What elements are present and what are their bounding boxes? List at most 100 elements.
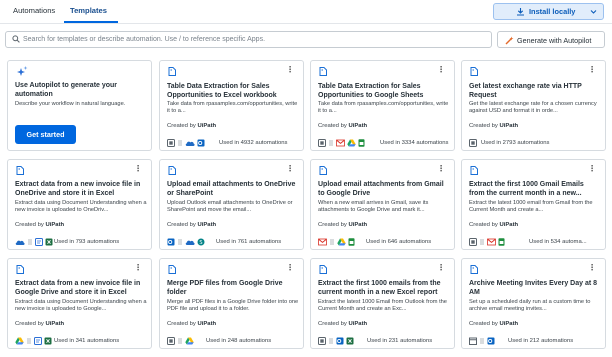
autopilot-card-title: Use Autopilot to generate your automatio… (15, 82, 118, 98)
template-usage: Used in 793 automations (54, 239, 120, 245)
gmail-app-icon (487, 238, 496, 246)
template-apps: S (167, 237, 205, 247)
template-card[interactable]: ⋮ Extract data from a new invoice file i… (7, 258, 152, 349)
template-creator: Created by UiPath (469, 123, 519, 129)
gmail-app-icon (336, 139, 345, 147)
template-card[interactable]: ⋮ Upload email attachments to OneDrive o… (159, 159, 304, 250)
more-options-icon[interactable]: ⋮ (134, 165, 142, 173)
search-placeholder: Search for templates or describe automat… (23, 36, 266, 43)
arrow-app-icon (177, 139, 183, 147)
uipath-app-icon (318, 337, 326, 345)
template-title: Get latest exchange rate via HTTP Reques… (469, 83, 582, 99)
autopilot-card-description: Describe your workflow in natural langua… (15, 101, 126, 107)
template-apps (469, 138, 477, 148)
template-title: Table Data Extraction for Sales Opportun… (167, 83, 277, 99)
template-icon (319, 265, 327, 274)
template-icon (319, 166, 327, 175)
tab-automations[interactable]: Automations (13, 6, 55, 15)
template-apps (318, 237, 355, 247)
template-usage: Used in 534 automa... (529, 239, 587, 245)
template-creator: Created by UiPath (469, 222, 519, 228)
generate-with-autopilot-button[interactable]: Generate with Autopilot (497, 31, 605, 48)
template-card[interactable]: ⋮ Archive Meeting Invites Every Day at 8… (461, 258, 606, 349)
arrow-app-icon (479, 238, 485, 246)
more-options-icon[interactable]: ⋮ (286, 165, 294, 173)
gdrive-app-icon (337, 238, 346, 246)
tab-templates[interactable]: Templates (70, 6, 107, 15)
more-options-icon[interactable]: ⋮ (588, 66, 596, 74)
more-options-icon[interactable]: ⋮ (588, 264, 596, 272)
calendar-app-icon (469, 337, 477, 345)
template-search-field[interactable]: Search for templates or describe automat… (5, 31, 492, 48)
gdrive-app-icon (185, 337, 194, 345)
generate-with-autopilot-label: Generate with Autopilot (517, 36, 592, 45)
more-options-icon[interactable]: ⋮ (437, 165, 445, 173)
more-options-icon[interactable]: ⋮ (134, 264, 142, 272)
template-card[interactable]: ⋮ Upload email attachments from Gmail to… (310, 159, 455, 250)
template-card[interactable]: ⋮ Extract the first 1000 emails from the… (310, 258, 455, 349)
uipath-app-icon (469, 238, 477, 246)
template-description: Take data from rpasamples.com/opportunit… (167, 101, 298, 115)
template-title: Extract the first 1000 Gmail Emails from… (469, 181, 584, 197)
template-apps (15, 237, 53, 247)
uipath-app-icon (318, 139, 326, 147)
template-usage: Used in 2793 automations (481, 140, 550, 146)
template-usage: Used in 341 automations (54, 338, 120, 344)
excel-app-icon (346, 337, 354, 345)
autopilot-card: Use Autopilot to generate your automatio… (7, 60, 152, 151)
sharepoint-app-icon: S (197, 238, 205, 246)
template-card[interactable]: ⋮ Table Data Extraction for Sales Opport… (310, 60, 455, 151)
autopilot-icon (505, 36, 514, 45)
onedrive-app-icon (185, 238, 195, 246)
get-started-button[interactable]: Get started (15, 125, 76, 144)
search-icon (12, 35, 20, 43)
install-locally-button[interactable]: Install locally (493, 3, 604, 20)
template-title: Extract the first 1000 emails from the c… (318, 280, 441, 296)
template-description: Merge all PDF files in a Google Drive fo… (167, 299, 299, 313)
outlook-app-icon (197, 139, 205, 147)
template-apps (318, 336, 354, 346)
gmail-app-icon (318, 238, 327, 246)
template-apps (469, 336, 495, 346)
more-options-icon[interactable]: ⋮ (437, 66, 445, 74)
template-apps (167, 138, 205, 148)
arrow-app-icon (27, 238, 33, 246)
template-card[interactable]: ⋮ Extract the first 1000 Gmail Emails fr… (461, 159, 606, 250)
autopilot-sparkle-icon (17, 66, 28, 76)
template-card[interactable]: ⋮ Merge PDF files from Google Drive fold… (159, 258, 304, 349)
template-description: Extract data using Document Understandin… (15, 299, 147, 313)
more-options-icon[interactable]: ⋮ (588, 165, 596, 173)
onedrive-app-icon (185, 139, 195, 147)
outlook-app-icon (336, 337, 344, 345)
install-locally-label: Install locally (529, 7, 576, 16)
template-creator: Created by UiPath (469, 321, 519, 327)
template-description: Extract data using Document Understandin… (15, 200, 147, 214)
template-creator: Created by UiPath (167, 222, 217, 228)
top-bar: Automations Templates Install locally (0, 0, 612, 24)
arrow-app-icon (177, 337, 183, 345)
template-usage: Used in 231 automations (367, 338, 433, 344)
template-creator: Created by UiPath (167, 123, 217, 129)
more-options-icon[interactable]: ⋮ (286, 264, 294, 272)
excel-app-icon (45, 238, 53, 246)
svg-text:S: S (199, 240, 202, 246)
template-card[interactable]: ⋮ Get latest exchange rate via HTTP Requ… (461, 60, 606, 151)
outlook-app-icon (167, 238, 175, 246)
onedrive-app-icon (15, 238, 25, 246)
uipath-app-icon (469, 139, 477, 147)
template-icon (470, 166, 478, 175)
more-options-icon[interactable]: ⋮ (437, 264, 445, 272)
template-card[interactable]: ⋮ Extract data from a new invoice file i… (7, 159, 152, 250)
chevron-down-icon (590, 10, 597, 14)
template-creator: Created by UiPath (318, 321, 368, 327)
template-apps (469, 237, 505, 247)
template-card[interactable]: ⋮ Table Data Extraction for Sales Opport… (159, 60, 304, 151)
template-creator: Created by UiPath (15, 321, 65, 327)
template-usage: Used in 3334 automations (380, 140, 449, 146)
template-apps (167, 336, 194, 346)
template-creator: Created by UiPath (167, 321, 217, 327)
uipath-app-icon (167, 139, 175, 147)
download-icon (517, 8, 524, 16)
more-options-icon[interactable]: ⋮ (286, 66, 294, 74)
gdrive-app-icon (15, 337, 24, 345)
